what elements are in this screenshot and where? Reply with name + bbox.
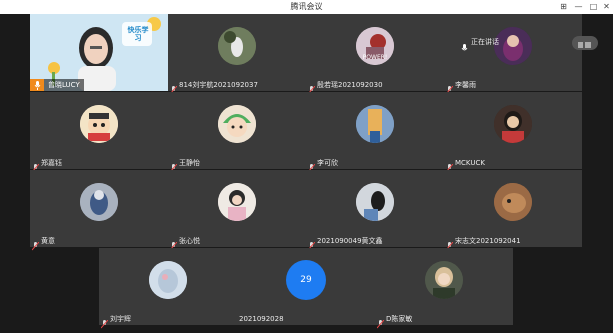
avatar bbox=[494, 27, 532, 65]
self-nameplate: 曾晓LUCY bbox=[30, 79, 84, 91]
speaking-indicator: 正在讲话 bbox=[461, 36, 499, 50]
layout-toggle-button[interactable] bbox=[572, 36, 598, 50]
muted-microphone-icon bbox=[31, 236, 40, 251]
avatar bbox=[218, 105, 256, 143]
avatar bbox=[494, 105, 532, 143]
participant-name: 2021092028 bbox=[239, 314, 284, 323]
participant-tile[interactable]: 王静怡 bbox=[168, 92, 306, 173]
muted-microphone-icon bbox=[31, 158, 40, 173]
avatar bbox=[356, 183, 394, 221]
muted-microphone-icon bbox=[100, 314, 109, 329]
muted-microphone-icon bbox=[169, 236, 178, 251]
avatar bbox=[149, 261, 187, 299]
self-name: 曾晓LUCY bbox=[44, 79, 84, 91]
participant-name: 李馨雨 bbox=[455, 80, 476, 89]
participant-name: MCKUCK bbox=[455, 158, 485, 167]
participant-tile[interactable]: 2021090049黄文鑫 bbox=[306, 170, 444, 251]
participant-tile[interactable]: 刘宇辉 bbox=[99, 248, 237, 329]
participant-tile[interactable]: 李可欣 bbox=[306, 92, 444, 173]
participant-tile[interactable]: 李馨雨 bbox=[444, 14, 582, 95]
avatar bbox=[218, 183, 256, 221]
microphone-icon bbox=[461, 38, 468, 50]
participant-tile[interactable]: 黄意 bbox=[30, 170, 168, 251]
self-video-badge-text: 快乐学习 bbox=[127, 26, 149, 42]
window-title: 腾讯会议 bbox=[290, 2, 323, 11]
microphone-icon bbox=[30, 79, 44, 91]
participant-name: 宋志文2021092041 bbox=[455, 236, 521, 245]
avatar bbox=[80, 183, 118, 221]
participant-tile[interactable]: 郑嘉钰 bbox=[30, 92, 168, 173]
avatar: POWER! bbox=[356, 27, 394, 65]
speaking-label: 正在讲话 bbox=[471, 38, 499, 46]
avatar bbox=[218, 27, 256, 65]
pin-button[interactable]: ⊞ bbox=[556, 0, 571, 14]
participant-name: 郑嘉钰 bbox=[41, 158, 62, 167]
muted-microphone-icon bbox=[445, 80, 454, 95]
video-grid: 快乐学习 曾晓LUCY 814刘宇航2021092037 POWER! 殷若瑶2… bbox=[0, 14, 613, 329]
participant-name: 刘宇辉 bbox=[110, 314, 131, 323]
close-button[interactable]: ✕ bbox=[599, 0, 613, 14]
self-video-tile[interactable]: 快乐学习 曾晓LUCY bbox=[30, 14, 168, 91]
avatar bbox=[356, 105, 394, 143]
grid-icon bbox=[578, 34, 592, 53]
muted-microphone-icon bbox=[445, 236, 454, 251]
muted-microphone-icon bbox=[169, 158, 178, 173]
muted-microphone-icon bbox=[307, 158, 316, 173]
muted-microphone-icon bbox=[307, 236, 316, 251]
muted-microphone-icon bbox=[376, 314, 385, 329]
participant-tile[interactable]: 张心悦 bbox=[168, 170, 306, 251]
participant-name: 王静怡 bbox=[179, 158, 200, 167]
avatar bbox=[425, 261, 463, 299]
participant-name: 张心悦 bbox=[179, 236, 200, 245]
muted-microphone-icon bbox=[445, 158, 454, 173]
avatar-caption: POWER! bbox=[362, 54, 388, 61]
participant-tile[interactable]: D陈家敏 bbox=[375, 248, 513, 329]
participant-name: 殷若瑶2021092030 bbox=[317, 80, 383, 89]
muted-microphone-icon bbox=[307, 80, 316, 95]
participant-name: 2021090049黄文鑫 bbox=[317, 236, 383, 245]
avatar bbox=[80, 105, 118, 143]
participant-tile[interactable]: POWER! 殷若瑶2021092030 bbox=[306, 14, 444, 95]
muted-microphone-icon bbox=[169, 80, 178, 95]
minimize-button[interactable]: — bbox=[571, 0, 586, 14]
participant-name: 黄意 bbox=[41, 236, 55, 245]
participant-tile[interactable]: 宋志文2021092041 bbox=[444, 170, 582, 251]
participant-name: 814刘宇航2021092037 bbox=[179, 80, 258, 89]
participant-tile[interactable]: 29 2021092028 bbox=[237, 248, 375, 325]
participant-tile[interactable]: MCKUCK bbox=[444, 92, 582, 173]
participant-tile[interactable]: 814刘宇航2021092037 bbox=[168, 14, 306, 95]
participant-name: D陈家敏 bbox=[386, 314, 413, 323]
avatar bbox=[494, 183, 532, 221]
title-bar: 腾讯会议 ⊞ — □ ✕ bbox=[0, 0, 613, 14]
participant-name: 李可欣 bbox=[317, 158, 338, 167]
participant-initial-avatar: 29 bbox=[286, 260, 326, 300]
